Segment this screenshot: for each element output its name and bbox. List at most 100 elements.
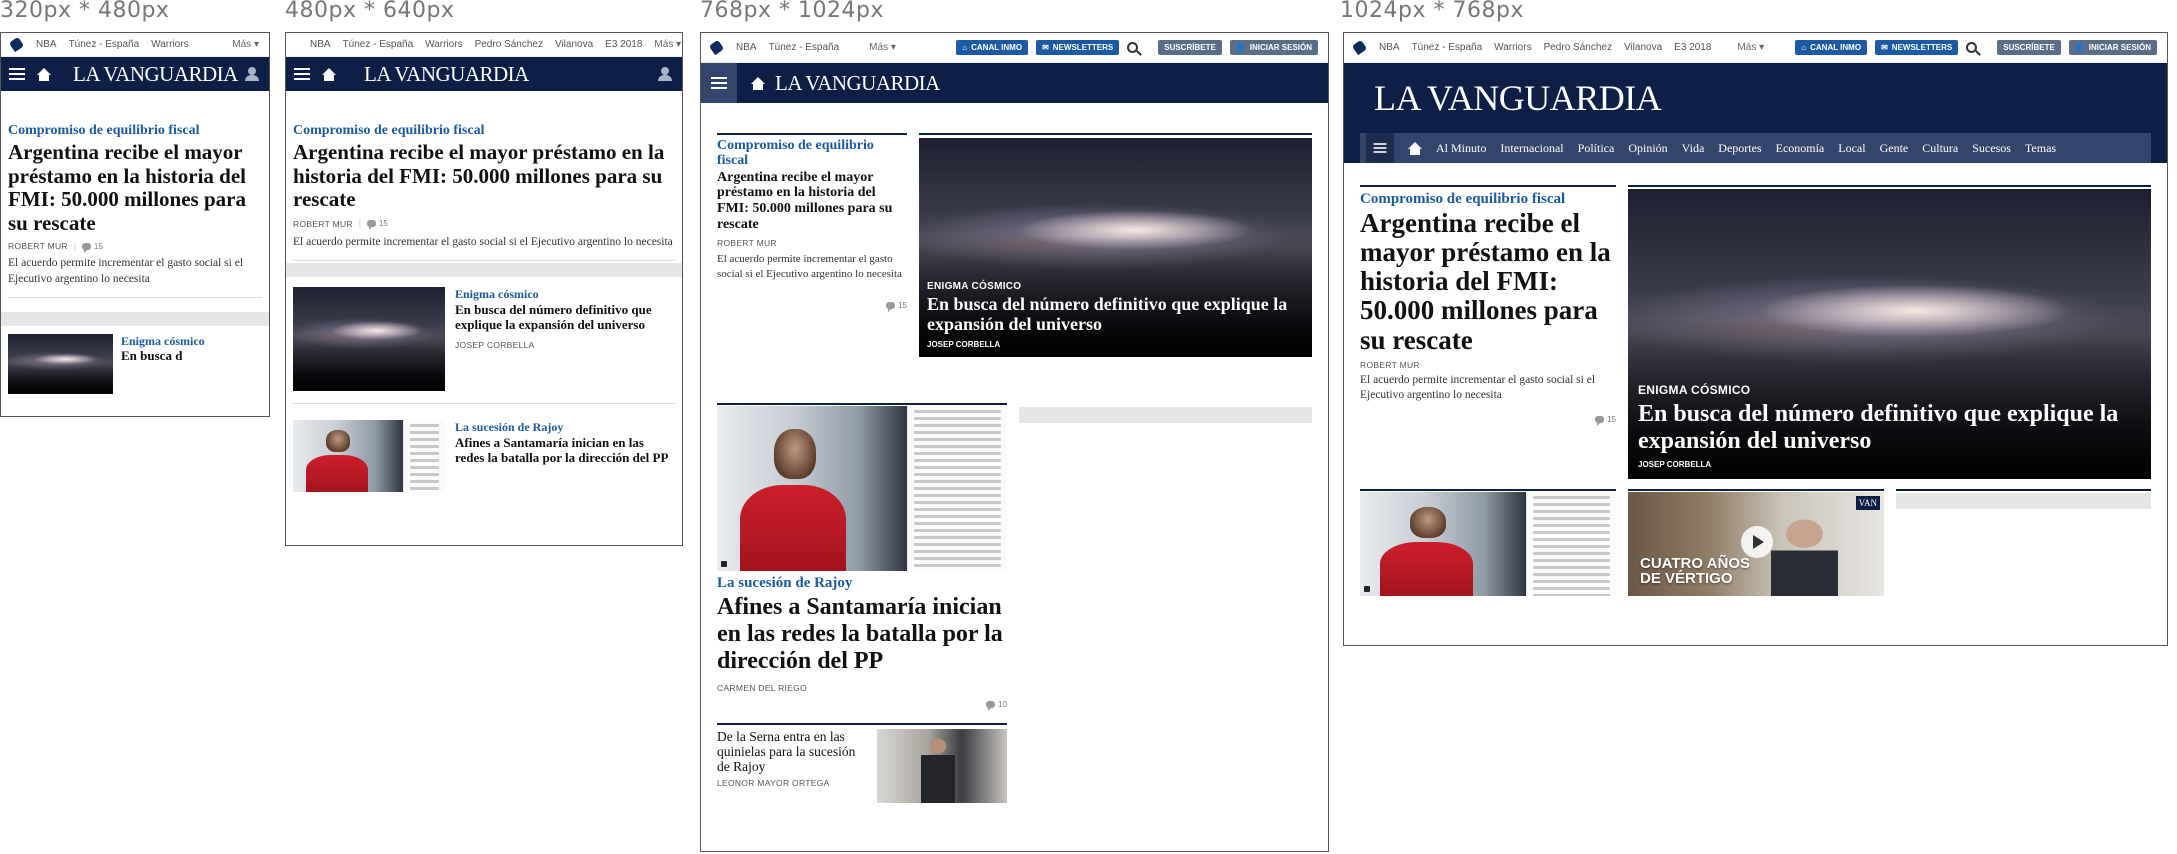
trending-link[interactable]: E3 2018 bbox=[1674, 42, 1711, 53]
trending-link[interactable]: Pedro Sánchez bbox=[1544, 42, 1612, 53]
rajoy-thumbnail[interactable] bbox=[293, 420, 445, 493]
nav-sucesos[interactable]: Sucesos bbox=[1972, 141, 2011, 156]
galaxy-headline-truncated[interactable]: En busca d bbox=[121, 349, 205, 364]
trending-link[interactable]: Vilanova bbox=[555, 39, 593, 50]
menu-button[interactable] bbox=[701, 63, 737, 103]
search-icon[interactable] bbox=[1966, 42, 1978, 53]
login-button[interactable]: 👤 INICIAR SESIÓN bbox=[2068, 40, 2157, 55]
lead-byline[interactable]: ROBERT MUR bbox=[717, 238, 907, 248]
trending-link[interactable]: Warriors bbox=[151, 39, 188, 50]
home-icon[interactable] bbox=[1408, 142, 1422, 155]
trending-link[interactable]: Warriors bbox=[425, 39, 462, 50]
trending-link[interactable]: NBA bbox=[310, 39, 331, 50]
trending-link[interactable]: E3 2018 bbox=[605, 39, 642, 50]
newsletters-button[interactable]: ✉ NEWSLETTERS bbox=[1875, 40, 1959, 55]
galaxy-hero[interactable]: ENIGMA CÓSMICO En busca del número defin… bbox=[1628, 189, 2151, 479]
lead-headline[interactable]: Argentina recibe el mayor préstamo en la… bbox=[717, 170, 907, 233]
galaxy-headline[interactable]: En busca del número definitivo que expli… bbox=[455, 302, 675, 332]
nav-cultura[interactable]: Cultura bbox=[1922, 141, 1958, 156]
nav-temas[interactable]: Temas bbox=[2025, 141, 2056, 156]
menu-icon[interactable] bbox=[9, 68, 25, 80]
home-icon[interactable] bbox=[751, 77, 765, 90]
site-logo[interactable]: LA VANGUARDIA bbox=[775, 71, 940, 96]
site-logo[interactable]: LA VANGUARDIA bbox=[364, 62, 529, 87]
nav-deportes[interactable]: Deportes bbox=[1718, 141, 1761, 156]
subscribe-button[interactable]: SUSCRÍBETE bbox=[1158, 40, 1222, 55]
galaxy-thumbnail[interactable] bbox=[293, 287, 445, 392]
trending-link[interactable]: Pedro Sánchez bbox=[475, 39, 543, 50]
galaxy-byline[interactable]: JOSEP CORBELLA bbox=[1638, 460, 2143, 469]
lead-byline[interactable]: ROBERT MUR bbox=[8, 241, 68, 251]
trending-link[interactable]: Túnez - España bbox=[769, 42, 840, 53]
serna-headline[interactable]: De la Serna entra en las quinielas para … bbox=[717, 729, 867, 774]
comment-count[interactable]: 15 bbox=[1595, 415, 1616, 426]
site-logo[interactable]: LA VANGUARDIA bbox=[73, 62, 238, 87]
more-dropdown[interactable]: Más ▾ bbox=[654, 39, 681, 50]
video-thumbnail[interactable]: VAN CUATRO AÑOS DE VÉRTIGO bbox=[1628, 492, 1884, 596]
comment-count[interactable]: 15 bbox=[366, 219, 388, 231]
rajoy-thumbnail[interactable] bbox=[1360, 492, 1616, 596]
rajoy-thumbnail[interactable] bbox=[717, 406, 1007, 571]
galaxy-byline[interactable]: JOSEP CORBELLA bbox=[927, 340, 1304, 349]
galaxy-headline[interactable]: En busca del número definitivo que expli… bbox=[1638, 401, 2143, 454]
nav-gente[interactable]: Gente bbox=[1880, 141, 1909, 156]
lead-kicker[interactable]: Compromiso de equilibrio fiscal bbox=[1360, 191, 1616, 208]
lead-headline[interactable]: Argentina recibe el mayor préstamo en la… bbox=[8, 140, 262, 235]
search-icon[interactable] bbox=[1127, 42, 1139, 53]
rajoy-headline[interactable]: Afines a Santamaría inician en las redes… bbox=[717, 594, 1007, 675]
galaxy-kicker[interactable]: Enigma cósmico bbox=[455, 287, 675, 302]
rajoy-headline[interactable]: Afines a Santamaría inician en las redes… bbox=[455, 435, 675, 465]
more-dropdown[interactable]: Más ▾ bbox=[232, 39, 259, 50]
nav-local[interactable]: Local bbox=[1838, 141, 1865, 156]
lead-headline[interactable]: Argentina recibe el mayor préstamo en la… bbox=[293, 140, 675, 212]
galaxy-kicker[interactable]: ENIGMA CÓSMICO bbox=[1638, 383, 2143, 397]
galaxy-hero[interactable]: ENIGMA CÓSMICO En busca del número defin… bbox=[919, 138, 1312, 357]
nav-economia[interactable]: Economía bbox=[1776, 141, 1825, 156]
rajoy-byline[interactable]: CARMEN DEL RIEGO bbox=[717, 683, 1007, 693]
login-button[interactable]: 👤 INICIAR SESIÓN bbox=[1229, 40, 1318, 55]
nav-politica[interactable]: Política bbox=[1578, 141, 1615, 156]
lead-byline[interactable]: ROBERT MUR bbox=[293, 219, 353, 229]
serna-byline[interactable]: LEONOR MAYOR ORTEGA bbox=[717, 778, 867, 788]
trending-link[interactable]: NBA bbox=[36, 39, 57, 50]
lead-kicker[interactable]: Compromiso de equilibrio fiscal bbox=[8, 123, 262, 139]
trending-link[interactable]: Túnez - España bbox=[343, 39, 414, 50]
user-icon[interactable] bbox=[658, 67, 672, 81]
menu-icon[interactable] bbox=[294, 68, 310, 80]
home-icon[interactable] bbox=[322, 68, 336, 81]
nav-internacional[interactable]: Internacional bbox=[1500, 141, 1563, 156]
canal-inmo-button[interactable]: ⌂ CANAL INMO bbox=[1795, 40, 1868, 55]
subscribe-button[interactable]: SUSCRÍBETE bbox=[1997, 40, 2061, 55]
rajoy-kicker[interactable]: La sucesión de Rajoy bbox=[455, 420, 675, 435]
home-icon[interactable] bbox=[37, 68, 51, 81]
nav-opinion[interactable]: Opinión bbox=[1628, 141, 1667, 156]
trending-link[interactable]: Vilanova bbox=[1624, 42, 1662, 53]
trending-link[interactable]: Túnez - España bbox=[1412, 42, 1483, 53]
rajoy-kicker[interactable]: La sucesión de Rajoy bbox=[717, 575, 1007, 592]
menu-button[interactable] bbox=[1366, 133, 1394, 163]
nav-al-minuto[interactable]: Al Minuto bbox=[1436, 141, 1486, 156]
play-icon[interactable] bbox=[1740, 526, 1773, 559]
nav-vida[interactable]: Vida bbox=[1682, 141, 1705, 156]
galaxy-headline[interactable]: En busca del número definitivo que expli… bbox=[927, 295, 1304, 335]
newsletters-button[interactable]: ✉ NEWSLETTERS bbox=[1036, 40, 1120, 55]
lead-kicker[interactable]: Compromiso de equilibrio fiscal bbox=[717, 138, 907, 169]
comment-count[interactable]: 15 bbox=[886, 301, 907, 313]
trending-link[interactable]: Warriors bbox=[1494, 42, 1531, 53]
comment-count[interactable]: 15 bbox=[81, 242, 103, 253]
site-logo[interactable]: LA VANGUARDIA bbox=[1374, 77, 1662, 119]
comment-count[interactable]: 10 bbox=[986, 700, 1007, 711]
galaxy-thumbnail[interactable] bbox=[8, 334, 113, 395]
canal-inmo-button[interactable]: ⌂ CANAL INMO bbox=[956, 40, 1029, 55]
trending-link[interactable]: NBA bbox=[736, 42, 757, 53]
video-title[interactable]: CUATRO AÑOS DE VÉRTIGO bbox=[1640, 556, 1765, 586]
lead-byline[interactable]: ROBERT MUR bbox=[1360, 360, 1616, 370]
user-icon[interactable] bbox=[245, 67, 259, 81]
trending-link[interactable]: NBA bbox=[1379, 42, 1400, 53]
galaxy-byline[interactable]: JOSEP CORBELLA bbox=[455, 340, 675, 350]
more-dropdown[interactable]: Más ▾ bbox=[869, 42, 896, 53]
serna-thumbnail[interactable] bbox=[877, 728, 1007, 803]
more-dropdown[interactable]: Más ▾ bbox=[1737, 42, 1764, 53]
lead-headline[interactable]: Argentina recibe el mayor préstamo en la… bbox=[1360, 208, 1616, 355]
galaxy-kicker[interactable]: ENIGMA CÓSMICO bbox=[927, 281, 1304, 292]
